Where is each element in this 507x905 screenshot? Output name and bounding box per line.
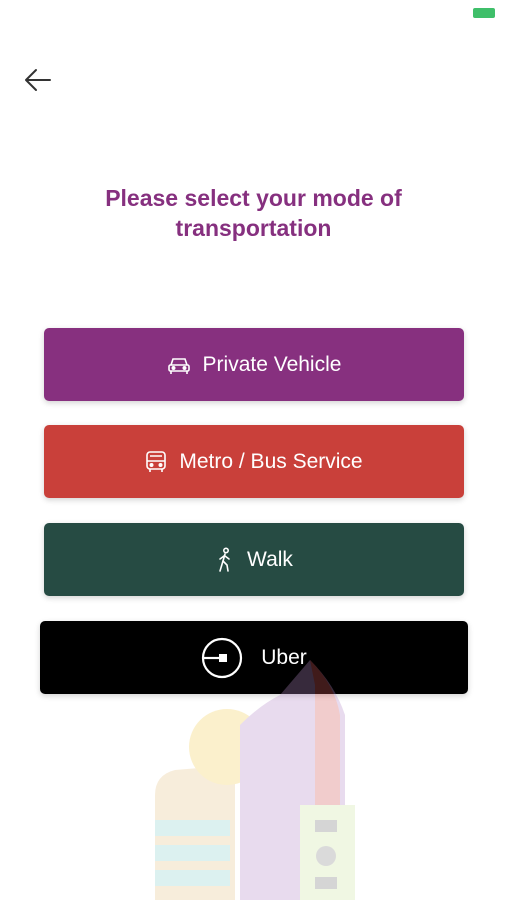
bus-icon — [145, 450, 167, 474]
metro-bus-service-button[interactable]: Metro / Bus Service — [44, 425, 464, 498]
back-button[interactable] — [22, 66, 54, 94]
private-vehicle-button[interactable]: Private Vehicle — [44, 328, 464, 401]
walk-label: Walk — [247, 547, 293, 571]
metro-bus-service-label: Metro / Bus Service — [179, 449, 363, 473]
arrow-left-icon — [25, 69, 51, 91]
walk-button[interactable]: Walk — [44, 523, 464, 596]
battery-icon — [473, 8, 495, 18]
page-title: Please select your mode of transportatio… — [105, 185, 402, 241]
car-icon — [167, 355, 191, 375]
city-illustration — [150, 655, 360, 900]
private-vehicle-label: Private Vehicle — [202, 352, 342, 376]
walking-person-icon — [215, 546, 235, 573]
